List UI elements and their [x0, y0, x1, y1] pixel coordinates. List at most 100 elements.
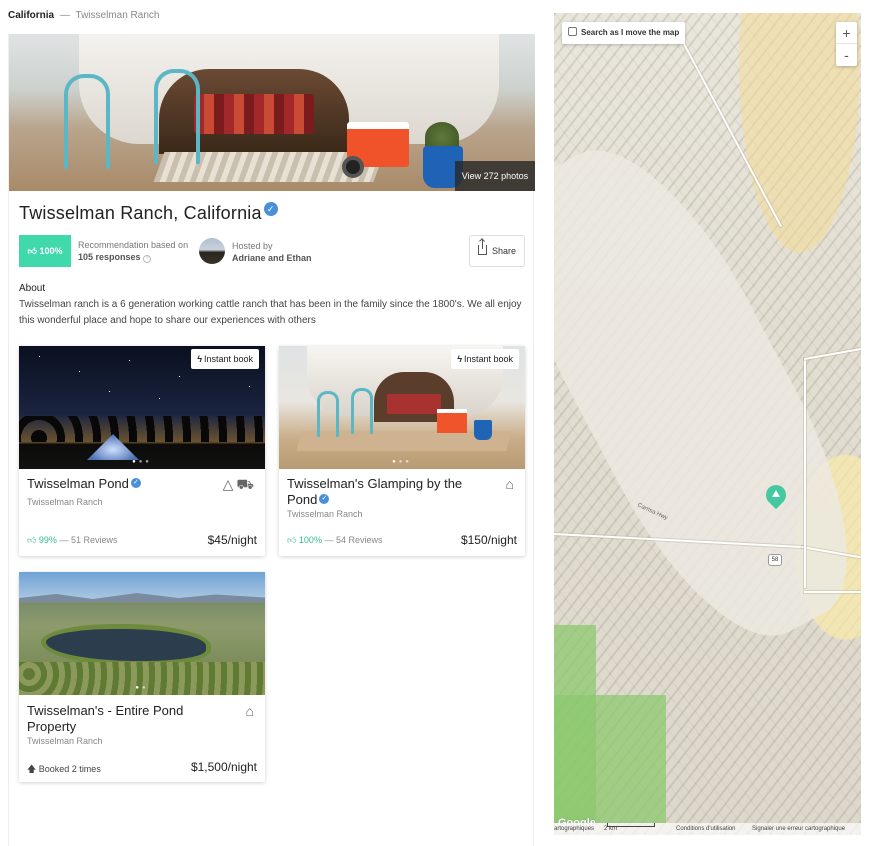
zoom-controls: + - — [836, 22, 857, 66]
avatar[interactable] — [199, 238, 225, 264]
card-title[interactable]: Twisselman's - Entire Pond Property — [27, 703, 227, 735]
card-photo[interactable]: ●●● ϟ Instant book — [279, 346, 525, 469]
map-road — [672, 23, 782, 228]
map-valley — [554, 116, 861, 670]
page-title-text: Twisselman Ranch, California — [19, 203, 262, 223]
hosted-by-label: Hosted by — [232, 241, 273, 251]
search-as-move-checkbox[interactable] — [568, 27, 577, 36]
instant-book-label: Instant book — [463, 354, 513, 364]
hero-bed — [194, 94, 314, 134]
tree-silhouettes — [19, 416, 265, 442]
map-report-link[interactable]: Signaler une erreur cartographique — [752, 823, 845, 835]
map-pin-icon[interactable] — [761, 480, 791, 511]
chair — [351, 388, 373, 434]
map[interactable]: Carrisa Hwy 58 Search as I move the map … — [554, 13, 861, 835]
map-road — [804, 358, 806, 588]
card-rating: 👍︎ 99% — 51 Reviews — [27, 535, 117, 546]
zoom-in-button[interactable]: + — [836, 22, 857, 44]
hero-chair — [64, 74, 110, 169]
card-title[interactable]: Twisselman Pond ✓ — [27, 476, 141, 492]
about-text: Twisselman ranch is a 6 generation worki… — [19, 299, 522, 326]
booked-label: Booked 2 times — [38, 764, 101, 774]
review-count: — 51 Reviews — [59, 535, 118, 545]
pond — [41, 624, 211, 666]
thumbs-up-icon: 👍︎ — [27, 246, 37, 256]
recommendation-pct: 100% — [39, 246, 63, 256]
zoom-out-button[interactable]: - — [836, 44, 857, 66]
listing-panel: View 272 photos Twisselman Ranch, Califo… — [8, 34, 535, 846]
card-title[interactable]: Twisselman's Glamping by the Pond ✓ — [287, 476, 492, 508]
share-button[interactable]: Share — [469, 235, 525, 267]
recommendation-badge: 👍︎ 100% — [19, 235, 71, 267]
cooler — [437, 409, 467, 433]
breadcrumb-separator: — — [59, 10, 70, 21]
hero-photo[interactable]: View 272 photos — [9, 34, 535, 191]
carousel-dots[interactable]: ●●● — [19, 459, 265, 465]
cabin-icon: ⌂ — [505, 476, 517, 492]
booked-count: 🡅 Booked 2 times — [27, 762, 101, 778]
mountains — [19, 593, 265, 602]
verified-icon: ✓ — [130, 478, 141, 488]
breadcrumb-child: Twisselman Ranch — [75, 10, 160, 21]
chair — [317, 391, 339, 437]
verified-icon: ✓ — [263, 202, 278, 216]
site-type-icons: △⛟ — [223, 476, 257, 495]
card-rating: 👍︎ 100% — 54 Reviews — [287, 535, 383, 546]
carousel-dots[interactable]: ●● — [19, 685, 265, 691]
share-icon — [477, 240, 487, 255]
lightning-icon: ϟ — [457, 354, 462, 364]
recommendation-label: Recommendation based on — [78, 240, 189, 250]
host-info: Hosted by Adriane and Ethan — [232, 240, 312, 264]
card-price: $150/night — [460, 533, 517, 547]
recommendation-count: 105 responses — [78, 252, 141, 262]
search-as-move-label: Search as I move the map — [581, 28, 680, 37]
carousel-dots[interactable]: ●●● — [279, 459, 525, 465]
site-type-icons: ⌂ — [246, 703, 257, 719]
view-photos-button[interactable]: View 272 photos — [455, 161, 535, 191]
listing-card-pond[interactable]: ●●● ϟ Instant book Twisselman Pond ✓ △⛟ Tw… — [19, 346, 265, 556]
verified-icon: ✓ — [319, 494, 330, 504]
card-title-text: Twisselman Pond — [27, 476, 129, 491]
breadcrumb: California — Twisselman Ranch — [8, 10, 159, 21]
card-title-text: Twisselman's Glamping by the Pond — [287, 476, 463, 507]
share-label: Share — [491, 246, 517, 256]
arrow-up-icon: 🡅 — [27, 764, 37, 774]
card-price: $1,500/night — [190, 760, 257, 774]
listing-card-entire-property[interactable]: ●● Twisselman's - Entire Pond Property ⌂… — [19, 572, 265, 782]
rating-pct: 99% — [38, 535, 57, 545]
host-names[interactable]: Adriane and Ethan — [232, 253, 312, 263]
map-terms-link[interactable]: Conditions d'utilisation — [676, 823, 736, 835]
card-subtitle: Twisselman Ranch — [27, 736, 103, 746]
map-green-area — [554, 695, 666, 823]
card-subtitle: Twisselman Ranch — [27, 497, 103, 507]
thumbs-up-icon: 👍︎ — [27, 535, 37, 545]
about-heading: About — [19, 283, 46, 294]
listing-card-glamping[interactable]: ●●● ϟ Instant book Twisselman's Glamping … — [279, 346, 525, 556]
hero-cooler-wheel — [342, 156, 364, 178]
search-as-move-toggle[interactable]: Search as I move the map — [562, 22, 686, 44]
bed — [387, 394, 441, 414]
site-type-icons: ⌂ — [506, 476, 517, 492]
map-road — [804, 347, 861, 360]
review-count: — 54 Reviews — [324, 535, 383, 545]
tent-icon: △ — [222, 476, 237, 492]
lightning-icon: ϟ — [197, 354, 202, 364]
rating-pct: 100% — [298, 535, 322, 545]
instant-book-badge: ϟ Instant book — [451, 349, 519, 369]
page-title: Twisselman Ranch, California ✓ — [19, 202, 278, 224]
breadcrumb-current[interactable]: California — [8, 10, 54, 21]
card-price: $45/night — [207, 533, 257, 547]
recommendation-text: Recommendation based on 105 responses ? — [78, 239, 193, 263]
map-road — [804, 591, 861, 593]
card-photo[interactable]: ●●● ϟ Instant book — [19, 346, 265, 469]
cabin-icon: ⌂ — [245, 703, 257, 719]
scale-bar — [607, 823, 655, 827]
rv-icon: ⛟ — [236, 476, 257, 492]
map-attribution: artographiques 2 km Conditions d'utilisa… — [554, 823, 861, 835]
card-photo[interactable]: ●● — [19, 572, 265, 695]
info-icon[interactable]: ? — [143, 255, 152, 263]
hero-chair — [154, 69, 200, 164]
thumbs-up-icon: 👍︎ — [287, 535, 297, 545]
instant-book-badge: ϟ Instant book — [191, 349, 259, 369]
card-subtitle: Twisselman Ranch — [287, 509, 363, 519]
